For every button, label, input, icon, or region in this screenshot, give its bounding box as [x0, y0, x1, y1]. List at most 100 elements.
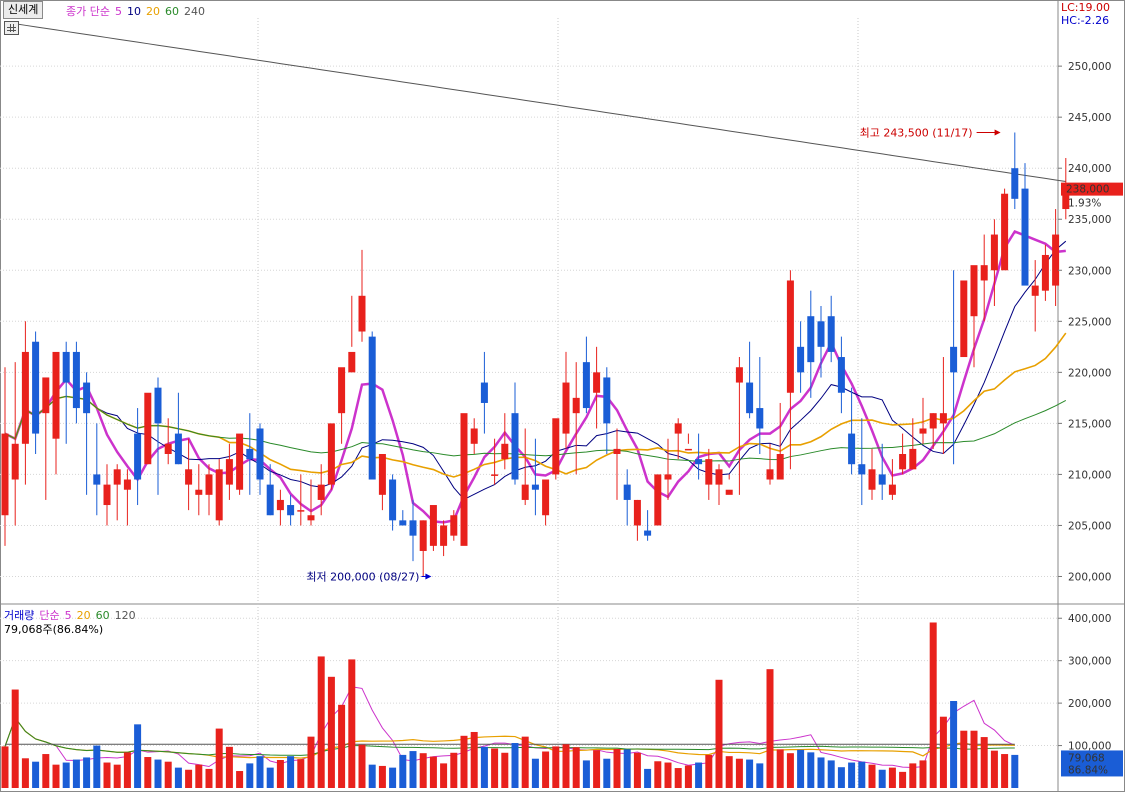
- volume-bar-22: [225, 746, 233, 788]
- volume-bar-30: [307, 736, 315, 788]
- candle-body-103: [1052, 234, 1060, 286]
- candle-body-54: [552, 418, 560, 475]
- volume-bar-86: [878, 769, 886, 788]
- volume-bar-89: [909, 763, 917, 788]
- candle-body-85: [868, 469, 876, 490]
- hc-label: HC:-2.26: [1061, 14, 1109, 27]
- candle-body-5: [52, 351, 60, 439]
- grid-toggle-icon[interactable]: [4, 21, 19, 35]
- candle-body-88: [899, 454, 907, 470]
- volume-bar-99: [1011, 754, 1019, 788]
- volume-bar-39: [399, 754, 407, 788]
- volume-bar-32: [327, 676, 335, 788]
- candle-body-72: [735, 367, 743, 383]
- candle-body-100: [1021, 188, 1029, 286]
- volume-bar-26: [266, 767, 274, 788]
- candle-body-49: [501, 443, 509, 460]
- volume-bar-82: [837, 767, 845, 788]
- candle-body-35: [358, 295, 366, 332]
- candle-body-6: [62, 351, 70, 383]
- change-pct: 1.93%: [1068, 198, 1101, 210]
- volume-tick-label-2: 200,000: [1068, 698, 1111, 710]
- volume-bar-16: [164, 761, 172, 788]
- volume-bar-1: [11, 689, 19, 788]
- candle-body-28: [287, 505, 295, 516]
- candle-body-34: [348, 351, 356, 373]
- volume-bar-21: [215, 728, 223, 788]
- candle-body-15: [154, 387, 162, 424]
- candle-body-92: [939, 413, 947, 424]
- volume-bar-19: [195, 764, 203, 788]
- candle-body-87: [888, 484, 896, 495]
- candle-body-20: [205, 474, 213, 495]
- candle-body-46: [470, 428, 478, 444]
- volume-bar-45: [460, 735, 468, 788]
- candle-body-61: [623, 484, 631, 500]
- candle-body-82: [837, 357, 845, 393]
- volume-bar-77: [786, 753, 794, 788]
- candle-body-27: [276, 499, 284, 511]
- volume-bar-61: [623, 749, 631, 788]
- volume-bar-5: [52, 764, 60, 788]
- volume-bar-94: [960, 730, 968, 788]
- candle-body-69: [705, 459, 713, 485]
- candle-body-45: [460, 413, 468, 546]
- volume-bar-8: [83, 757, 91, 788]
- price-legend: 종가 단순 5 10 20 60 240: [66, 3, 210, 19]
- candle-body-22: [225, 459, 233, 485]
- candle-body-0: [1, 433, 9, 516]
- price-tick-label-8: 210,000: [1068, 469, 1111, 481]
- volume-bar-78: [797, 749, 805, 788]
- candle-body-89: [909, 448, 917, 470]
- candle-body-37: [378, 454, 386, 495]
- candle-body-41: [419, 520, 427, 551]
- price-tick-label-1: 245,000: [1068, 112, 1111, 124]
- candle-body-74: [756, 408, 764, 429]
- volume-bar-62: [633, 752, 641, 788]
- stock-select-button[interactable]: 신세계: [3, 1, 44, 19]
- candle-body-62: [633, 499, 641, 526]
- candle-body-38: [389, 479, 397, 521]
- volume-bar-36: [368, 764, 376, 788]
- candle-body-7: [72, 351, 80, 409]
- vol-ma5-line: [4, 686, 1016, 768]
- candle-body-39: [399, 520, 407, 526]
- ma240-line: [4, 21, 1066, 182]
- candle-body-50: [511, 413, 519, 480]
- price-tick-label-9: 205,000: [1068, 520, 1111, 532]
- volume-bar-49: [501, 752, 509, 788]
- volume-bar-55: [562, 744, 570, 788]
- candle-body-32: [327, 423, 335, 485]
- volume-bar-98: [1001, 754, 1009, 788]
- price-tick-label-5: 225,000: [1068, 316, 1111, 328]
- candle-body-66: [674, 423, 682, 434]
- volume-bar-40: [409, 751, 417, 788]
- volume-bar-93: [950, 701, 958, 788]
- volume-summary: 79,068주(86.84%): [4, 623, 104, 636]
- candle-body-68: [695, 459, 703, 465]
- volume-bar-68: [695, 762, 703, 788]
- volume-bar-64: [654, 761, 662, 788]
- volume-bar-28: [287, 756, 295, 788]
- volume-bar-4: [42, 754, 50, 788]
- volume-bar-6: [62, 762, 70, 788]
- volume-bar-75: [766, 669, 774, 788]
- candle-body-71: [725, 489, 733, 495]
- volume-bar-47: [480, 746, 488, 788]
- candle-body-13: [134, 433, 142, 480]
- volume-bar-79: [807, 752, 815, 788]
- volume-bar-51: [521, 736, 529, 788]
- candle-body-29: [297, 510, 305, 512]
- candle-body-18: [185, 469, 193, 485]
- candle-body-98: [1001, 193, 1009, 271]
- candle-body-77: [786, 280, 794, 393]
- candle-body-26: [266, 484, 274, 516]
- volume-bar-48: [491, 748, 499, 788]
- candlestick-chart[interactable]: 250,000 245,000 240,000 235,000 230,000 225,0…: [0, 0, 1125, 792]
- volume-bar-67: [684, 765, 692, 788]
- candle-body-47: [480, 382, 488, 403]
- volume-bar-91: [929, 622, 937, 788]
- volume-bar-41: [419, 753, 427, 788]
- volume-bar-63: [644, 768, 652, 788]
- candle-body-73: [746, 382, 754, 414]
